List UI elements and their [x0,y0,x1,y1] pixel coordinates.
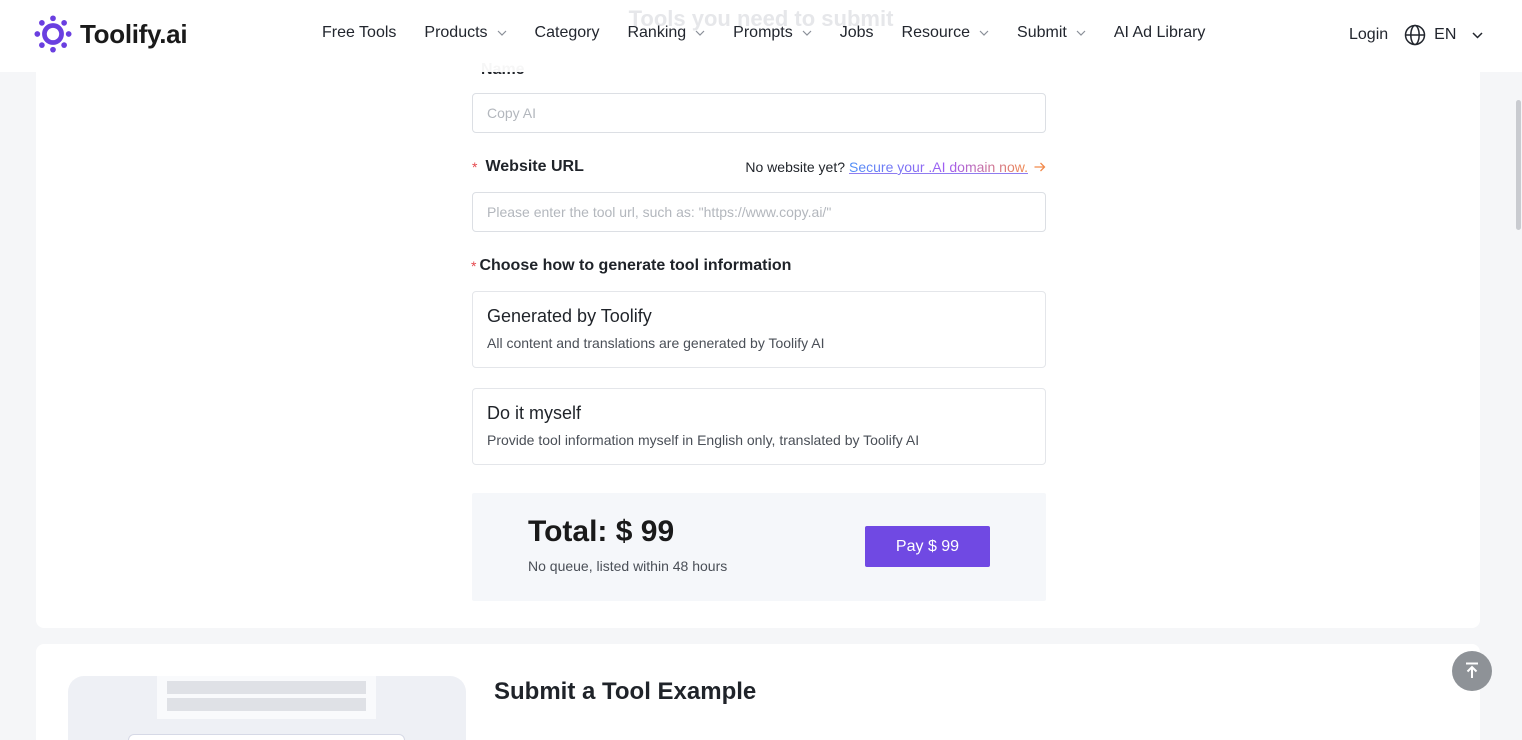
chevron-down-icon [1076,30,1086,36]
nav-label: Products [424,24,488,41]
listing-note: No queue, listed within 48 hours [528,558,728,574]
logo-text: Toolify.ai [80,18,188,49]
back-to-top-icon [1466,662,1478,678]
example-section-title: Submit a Tool Example [494,678,757,705]
header-actions: Login EN [1349,24,1483,46]
back-to-top-button[interactable] [1452,651,1492,691]
toolify-logo-icon [34,15,72,53]
nav-item-resource[interactable]: Resource [902,24,989,42]
nav-label: Submit [1017,24,1067,41]
chevron-down-icon [979,30,989,36]
chevron-down-icon[interactable] [1472,31,1483,39]
nav-label: Jobs [839,24,874,41]
chevron-down-icon [695,30,705,36]
total-price: Total: $ 99 [528,515,675,548]
chevron-down-icon [802,30,812,36]
option-description: Provide tool information myself in Engli… [487,432,920,448]
option-title: Generated by Toolify [487,306,652,326]
website-url-label: Website URL [485,158,584,175]
nav-label: Resource [901,24,971,41]
required-marker: * [472,159,478,175]
example-preview-image [68,676,466,740]
nav-item-prompts[interactable]: Prompts [733,24,812,42]
required-marker: * [471,258,477,274]
website-url-input[interactable] [472,192,1046,232]
login-link[interactable]: Login [1349,26,1388,44]
nav-item-jobs[interactable]: Jobs [840,24,874,42]
nav-item-ai-ad-library[interactable]: AI Ad Library [1114,24,1206,42]
nav-label: Ranking [627,24,687,41]
secure-ai-domain-link[interactable]: Secure your .AI domain now. [849,159,1028,175]
total-summary: Total: $ 99 No queue, listed within 48 h… [472,493,1046,601]
language-selector[interactable]: EN [1434,26,1456,44]
nav-item-free-tools[interactable]: Free Tools [322,24,396,42]
generation-method-label-row: * Choose how to generate tool informatio… [471,257,791,275]
option-title: Do it myself [487,403,582,423]
nav-item-ranking[interactable]: Ranking [627,24,705,42]
domain-hint-text: No website yet? [745,159,845,175]
preview-placeholder-bar [167,698,366,711]
nav-label: Prompts [733,24,793,41]
nav-item-products[interactable]: Products [424,24,506,42]
option-description: All content and translations are generat… [487,335,825,351]
preview-frame [128,734,405,740]
domain-hint: No website yet? Secure your .AI domain n… [745,159,1046,175]
option-do-it-myself[interactable]: Do it myself Provide tool information my… [472,388,1046,465]
preview-placeholder-bar [167,681,366,694]
nav-item-category[interactable]: Category [535,24,600,42]
nav-label: AI Ad Library [1113,24,1206,41]
chevron-down-icon [497,30,506,36]
tool-name-input[interactable] [472,93,1046,133]
nav-item-submit[interactable]: Submit [1017,24,1086,42]
globe-icon[interactable] [1404,24,1426,46]
website-url-label-row: * Website URL [472,158,584,176]
arrow-right-icon [1034,162,1046,172]
pay-button[interactable]: Pay $ 99 [865,526,990,567]
toolify-logo[interactable]: Toolify.ai [34,14,188,54]
main-nav: Free Tools Products Category Ranking Pro… [322,24,1233,42]
nav-label: Free Tools [322,24,397,41]
scrollbar-thumb[interactable] [1516,100,1521,230]
option-generated-by-toolify[interactable]: Generated by Toolify All content and tra… [472,291,1046,368]
generation-method-label: Choose how to generate tool information [479,257,792,274]
nav-label: Category [534,24,600,41]
